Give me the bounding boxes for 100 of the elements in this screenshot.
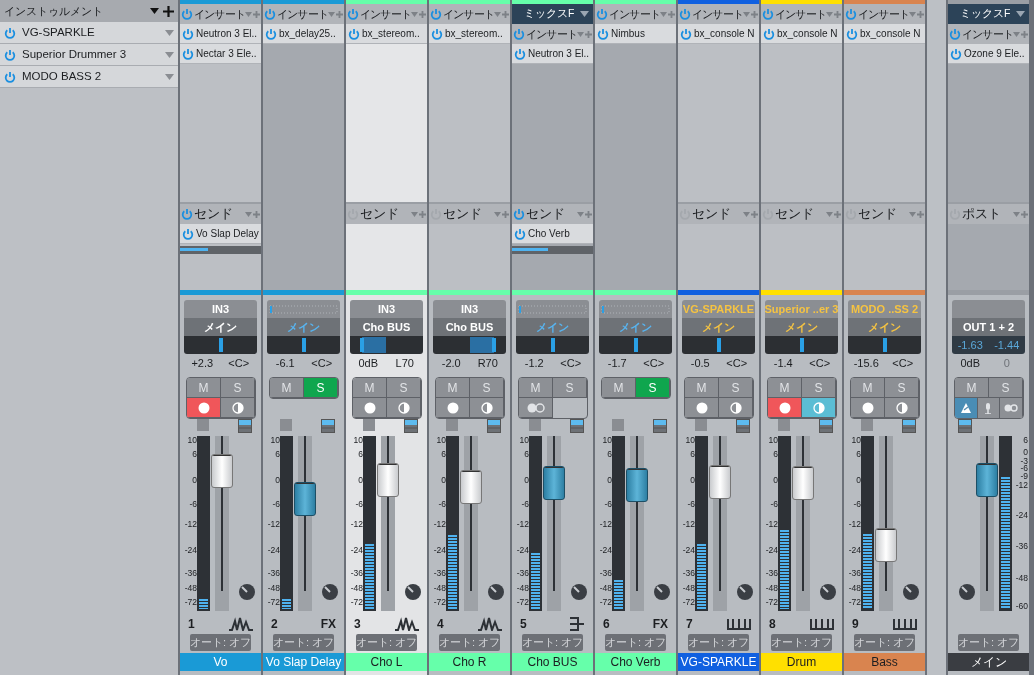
output-label[interactable]: Cho BUS <box>350 318 423 336</box>
section-label: ポスト <box>962 205 1002 224</box>
channel-name[interactable]: VG-SPARKLE <box>678 653 759 671</box>
input-label[interactable]: MODO ..SS 2 <box>848 300 921 318</box>
plugin-slot[interactable]: Neutron 3 El.. <box>512 44 593 64</box>
automation-button[interactable]: オート: オフ <box>957 634 1020 651</box>
plugin-slot[interactable]: bx_console N <box>844 24 925 44</box>
channel-name[interactable]: Cho Verb <box>595 653 676 671</box>
automation-button[interactable]: オート: オフ <box>189 634 252 651</box>
output-label[interactable]: OUT 1 + 2 <box>952 318 1025 336</box>
solo-button[interactable]: S <box>553 378 587 398</box>
solo-button[interactable]: S <box>221 378 255 398</box>
solo-button[interactable]: S <box>989 378 1023 398</box>
solo-button[interactable]: S <box>719 378 753 398</box>
output-label[interactable]: メイン <box>848 318 921 336</box>
output-label[interactable]: メイン <box>682 318 755 336</box>
scale-label: -36 <box>764 568 778 578</box>
mute-button[interactable]: M <box>955 378 989 398</box>
automation-button[interactable]: オート: オフ <box>521 634 584 651</box>
output-label[interactable]: メイン <box>184 318 257 336</box>
channel-name[interactable]: Cho L <box>346 653 427 671</box>
solo-button[interactable]: S <box>304 378 338 398</box>
scale-label: -12 <box>847 519 861 529</box>
output-label[interactable]: メイン <box>599 318 672 336</box>
scale-label: -12 <box>1014 481 1028 490</box>
plugin-slot[interactable]: bx_console N <box>678 24 759 44</box>
scale-label: -12 <box>432 519 446 529</box>
automation-button[interactable]: オート: オフ <box>355 634 418 651</box>
input-label[interactable]: IN3 <box>184 300 257 318</box>
output-label[interactable]: メイン <box>516 318 589 336</box>
mix-fx-header[interactable]: ミックスF <box>512 4 593 24</box>
solo-button[interactable]: S <box>470 378 504 398</box>
plugin-slot[interactable]: Ozone 9 Ele.. <box>948 44 1029 64</box>
instrument-item[interactable]: Superior Drummer 3 <box>0 44 178 66</box>
scale-label: 0 <box>1022 447 1028 457</box>
instrument-item[interactable]: MODO BASS 2 <box>0 66 178 88</box>
plugin-slot[interactable]: Neutron 3 El.. <box>180 24 261 44</box>
mute-button[interactable]: M <box>768 378 802 398</box>
scale-label: -12 <box>183 519 197 529</box>
mute-button[interactable]: M <box>436 378 470 398</box>
scale-label: -72 <box>432 598 446 608</box>
channel-name[interactable]: Cho R <box>429 653 510 671</box>
plugin-slot[interactable]: Vo Slap Delay <box>180 224 261 244</box>
channel-name[interactable]: Vo <box>180 653 261 671</box>
input-label[interactable]: VG-SPARKLE <box>682 300 755 318</box>
plugin-slot[interactable]: bx_delay25.. <box>263 24 344 44</box>
scale-label: 10 <box>435 435 446 445</box>
automation-button[interactable]: オート: オフ <box>272 634 335 651</box>
automation-button[interactable]: オート: オフ <box>604 634 667 651</box>
solo-button[interactable]: S <box>636 378 670 398</box>
plugin-slot[interactable]: bx_console N <box>761 24 842 44</box>
section-label: センド <box>858 205 898 224</box>
solo-button[interactable]: S <box>387 378 421 398</box>
channel-name[interactable]: メイン <box>948 653 1029 671</box>
plugin-slot[interactable]: bx_stereom.. <box>346 24 427 44</box>
input-label[interactable]: IN3 <box>433 300 506 318</box>
channel-name[interactable]: Cho BUS <box>512 653 593 671</box>
plugin-slot[interactable]: bx_stereom.. <box>429 24 510 44</box>
mix-fx-header[interactable]: ミックスF <box>948 4 1029 24</box>
plugin-slot[interactable]: Nimbus <box>595 24 676 44</box>
solo-button[interactable]: S <box>885 378 919 398</box>
automation-button[interactable]: オート: オフ <box>770 634 833 651</box>
automation-button[interactable]: オート: オフ <box>687 634 750 651</box>
channel-name[interactable]: Drum <box>761 653 842 671</box>
mute-button[interactable]: M <box>353 378 387 398</box>
scale-label: -12 <box>515 519 529 529</box>
mute-button[interactable]: M <box>187 378 221 398</box>
fx-label: FX <box>320 616 336 633</box>
scale-label: -48 <box>266 584 280 594</box>
scale-label: 10 <box>352 435 363 445</box>
scale-label: -72 <box>349 598 363 608</box>
mute-button[interactable]: M <box>685 378 719 398</box>
mute-button[interactable]: M <box>602 378 636 398</box>
solo-button[interactable]: S <box>802 378 836 398</box>
instrument-item[interactable]: VG-SPARKLE <box>0 22 178 44</box>
scale-label: -9 <box>1019 472 1028 482</box>
output-label[interactable]: Cho BUS <box>433 318 506 336</box>
plugin-slot[interactable]: Cho Verb <box>512 224 593 244</box>
pan-value: <C> <box>559 356 583 371</box>
scale-label: -24 <box>764 545 778 555</box>
fx-label: FX <box>652 616 668 633</box>
mute-button[interactable]: M <box>270 378 304 398</box>
scale-label: -72 <box>183 598 197 608</box>
plugin-slot[interactable]: Nectar 3 Ele.. <box>180 44 261 64</box>
scale-label: 6 <box>274 449 280 459</box>
channel-name[interactable]: Bass <box>844 653 925 671</box>
channel-name[interactable]: Vo Slap Delay <box>263 653 344 671</box>
output-label[interactable]: メイン <box>267 318 340 336</box>
output-label[interactable]: メイン <box>765 318 838 336</box>
input-label[interactable]: IN3 <box>350 300 423 318</box>
scale-label: -72 <box>598 598 612 608</box>
mute-button[interactable]: M <box>519 378 553 398</box>
input-label[interactable]: Superior ..er 3 <box>765 300 838 318</box>
volume-value: -15.6 <box>852 356 880 371</box>
scale-label: 6 <box>523 449 529 459</box>
panel-title: インストゥルメント <box>4 3 104 19</box>
automation-button[interactable]: オート: オフ <box>853 634 916 651</box>
mute-button[interactable]: M <box>851 378 885 398</box>
automation-button[interactable]: オート: オフ <box>438 634 501 651</box>
volume-value: -6.1 <box>274 356 296 371</box>
